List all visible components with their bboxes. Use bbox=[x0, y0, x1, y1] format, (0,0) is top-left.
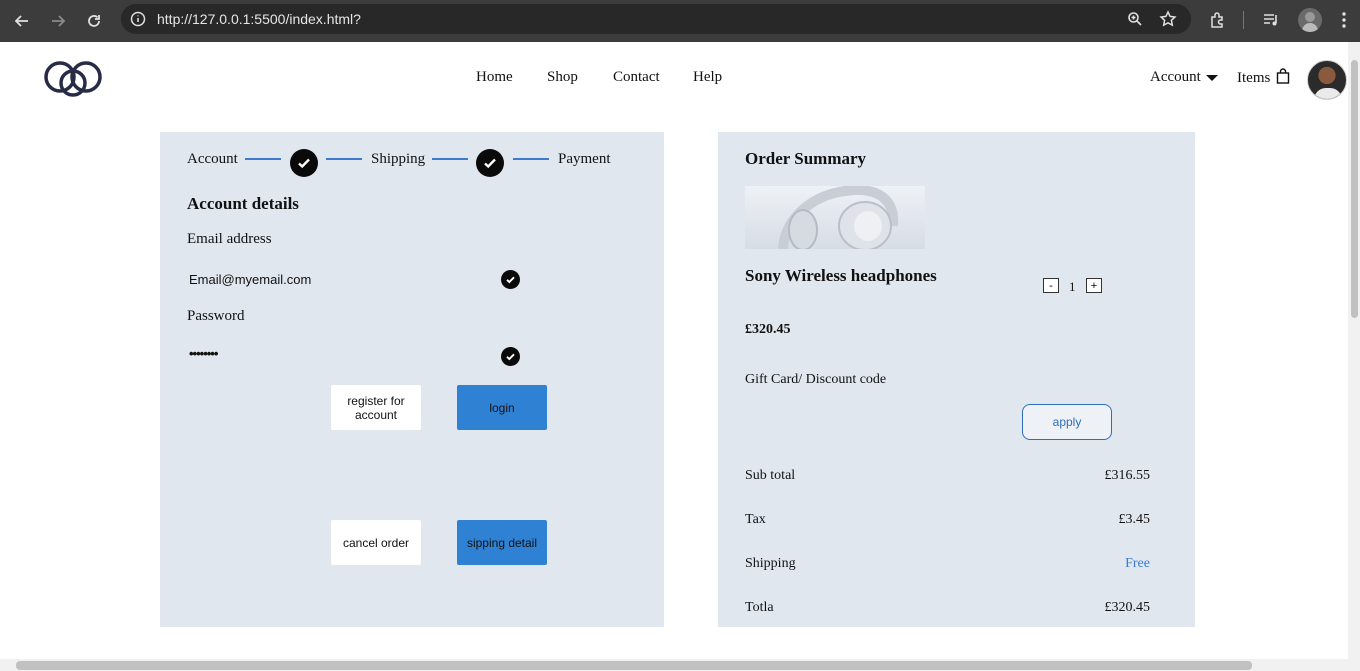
email-field[interactable]: Email@myemail.com bbox=[189, 272, 311, 287]
tax-label: Tax bbox=[745, 512, 766, 527]
step-check-icon bbox=[290, 149, 318, 177]
nav-contact[interactable]: Contact bbox=[613, 69, 660, 86]
tax-value: £3.45 bbox=[1118, 512, 1151, 527]
browser-toolbar: http://127.0.0.1:5500/index.html? bbox=[0, 0, 1360, 42]
decrease-quantity-button[interactable]: - bbox=[1043, 278, 1059, 293]
password-label: Password bbox=[187, 308, 245, 324]
subtotal-label: Sub total bbox=[745, 468, 796, 483]
nav-help[interactable]: Help bbox=[693, 69, 722, 86]
site-logo[interactable] bbox=[42, 58, 104, 98]
step-check-icon bbox=[476, 149, 504, 177]
shipping-value: Free bbox=[1125, 556, 1150, 571]
step-account: Account bbox=[187, 151, 238, 167]
total-value: £320.45 bbox=[1104, 600, 1151, 615]
step-shipping: Shipping bbox=[371, 151, 426, 167]
increase-quantity-button[interactable]: + bbox=[1086, 278, 1102, 293]
avatar[interactable] bbox=[1307, 60, 1347, 100]
nav-shop[interactable]: Shop bbox=[547, 69, 578, 86]
url-text: http://127.0.0.1:5500/index.html? bbox=[157, 11, 361, 27]
email-label: Email address bbox=[187, 231, 272, 247]
account-menu[interactable]: Account bbox=[1150, 69, 1201, 86]
browser-profile-icon[interactable] bbox=[1298, 8, 1322, 32]
site-info-icon[interactable] bbox=[130, 11, 146, 27]
shipping-label: Shipping bbox=[745, 556, 796, 571]
horizontal-scroll-thumb[interactable] bbox=[16, 661, 1252, 670]
total-label: Totla bbox=[745, 600, 774, 615]
chevron-down-icon[interactable] bbox=[1206, 75, 1218, 81]
shipping-detail-button[interactable]: sipping detail bbox=[457, 520, 547, 565]
cancel-order-button[interactable]: cancel order bbox=[331, 520, 421, 565]
extensions-icon[interactable] bbox=[1207, 9, 1229, 31]
back-icon[interactable] bbox=[10, 9, 34, 33]
step-connector bbox=[513, 158, 549, 160]
items-link[interactable]: Items bbox=[1237, 70, 1270, 87]
media-control-icon[interactable] bbox=[1260, 9, 1282, 31]
vertical-scroll-thumb[interactable] bbox=[1351, 60, 1358, 318]
reload-icon[interactable] bbox=[82, 9, 106, 33]
zoom-icon[interactable] bbox=[1127, 11, 1143, 27]
password-valid-icon bbox=[501, 347, 520, 366]
nav-home[interactable]: Home bbox=[476, 69, 513, 86]
shopping-bag-icon[interactable] bbox=[1276, 68, 1290, 84]
address-bar[interactable]: http://127.0.0.1:5500/index.html? bbox=[121, 4, 1191, 34]
browser-menu-icon[interactable] bbox=[1333, 9, 1355, 31]
product-name: Sony Wireless headphones bbox=[745, 266, 937, 285]
step-payment: Payment bbox=[558, 151, 611, 167]
register-button[interactable]: register for account bbox=[331, 385, 421, 430]
step-connector bbox=[326, 158, 362, 160]
step-connector bbox=[245, 158, 281, 160]
forward-icon[interactable] bbox=[46, 9, 70, 33]
discount-label: Gift Card/ Discount code bbox=[745, 372, 887, 387]
account-details-heading: Account details bbox=[187, 194, 299, 213]
subtotal-value: £316.55 bbox=[1104, 468, 1151, 483]
order-summary-heading: Order Summary bbox=[745, 149, 867, 168]
toolbar-divider bbox=[1243, 11, 1244, 29]
login-button[interactable]: login bbox=[457, 385, 547, 430]
bookmark-star-icon[interactable] bbox=[1159, 10, 1177, 28]
apply-discount-button[interactable]: apply bbox=[1022, 404, 1112, 440]
email-valid-icon bbox=[501, 270, 520, 289]
password-field[interactable]: •••••••• bbox=[189, 346, 218, 361]
step-connector bbox=[432, 158, 468, 160]
product-image bbox=[745, 186, 925, 249]
quantity-value: 1 bbox=[1069, 279, 1076, 294]
product-price: £320.45 bbox=[745, 322, 791, 337]
